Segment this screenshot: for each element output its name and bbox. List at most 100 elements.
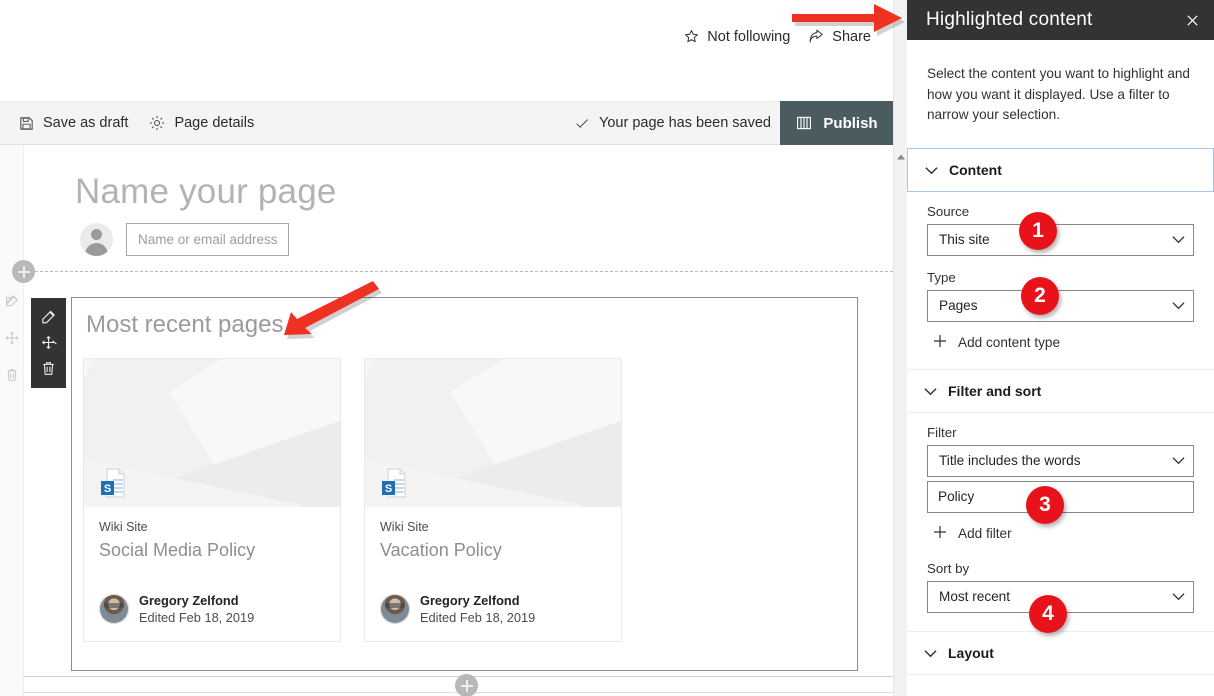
chevron-down-icon xyxy=(925,162,938,178)
add-section-button-bottom[interactable] xyxy=(455,674,478,696)
save-floppy-icon xyxy=(18,115,35,132)
card-list: S Wiki Site Social Media Policy Gregory … xyxy=(83,358,622,642)
scroll-up-arrow-icon[interactable] xyxy=(896,148,906,166)
avatar xyxy=(380,594,410,625)
card-author-name: Gregory Zelfond xyxy=(420,593,520,608)
card-thumbnail: S xyxy=(365,359,621,507)
step-badge-3: 3 xyxy=(1026,486,1064,524)
save-as-draft-button[interactable]: Save as draft xyxy=(18,101,128,145)
add-content-type-label: Add content type xyxy=(958,334,1061,350)
step-badge-1: 1 xyxy=(1019,212,1057,250)
top-command-bar: Not following Share xyxy=(683,28,871,45)
section-divider-dashed xyxy=(30,271,893,272)
trash-icon[interactable] xyxy=(40,360,57,377)
share-icon xyxy=(808,28,825,45)
type-label: Type xyxy=(927,269,956,285)
card-meta: Wiki Site Vacation Policy Gregory Zelfon… xyxy=(365,507,621,641)
section-header-layout-label: Layout xyxy=(948,644,994,661)
publish-label: Publish xyxy=(823,114,878,132)
type-dropdown[interactable]: Pages xyxy=(927,289,1194,322)
sharepoint-page-icon: S xyxy=(100,467,130,499)
page-canvas: Not following Share Save as draft Page d… xyxy=(0,0,893,696)
card-site-label: Wiki Site xyxy=(380,520,429,534)
filter-dropdown[interactable]: Title includes the words xyxy=(927,444,1194,477)
sort-by-label: Sort by xyxy=(927,560,970,576)
editing-command-bar: Save as draft Page details Your page has… xyxy=(0,101,893,145)
list-item[interactable]: S Wiki Site Vacation Policy Gregory Zelf… xyxy=(364,358,622,642)
not-following-label: Not following xyxy=(707,28,791,45)
author-row: Name or email address xyxy=(80,223,289,256)
card-title: Social Media Policy xyxy=(99,540,256,560)
chevron-down-icon xyxy=(924,645,937,661)
card-author-block: Gregory Zelfond Edited Feb 18, 2019 xyxy=(99,592,325,627)
step-badge-4: 4 xyxy=(1029,595,1067,633)
svg-text:S: S xyxy=(104,483,111,495)
share-label: Share xyxy=(832,28,871,45)
save-status-label: Your page has been saved xyxy=(599,115,771,131)
add-filter-label: Add filter xyxy=(958,525,1012,541)
page-details-label: Page details xyxy=(174,115,255,131)
section-header-content-label: Content xyxy=(949,161,1002,178)
chevron-down-icon xyxy=(1172,235,1185,244)
author-avatar-placeholder xyxy=(80,223,113,256)
command-bar-left-group: Save as draft Page details xyxy=(0,101,254,145)
web-part-toolbar xyxy=(31,298,66,388)
star-outline-icon xyxy=(683,28,700,45)
left-rail-background xyxy=(0,145,23,696)
chevron-down-icon xyxy=(924,383,937,399)
source-dropdown[interactable]: This site xyxy=(927,223,1194,256)
move-arrows-icon-ghost xyxy=(4,330,20,351)
page-details-button[interactable]: Page details xyxy=(148,101,254,145)
chevron-down-icon xyxy=(1172,592,1185,601)
avatar xyxy=(99,594,129,625)
save-status: Your page has been saved xyxy=(574,115,780,131)
section-body-filter-and-sort: Filter Title includes the words Policy A… xyxy=(907,413,1214,631)
gear-icon xyxy=(148,114,166,132)
svg-text:S: S xyxy=(385,483,392,495)
step-badge-2: 2 xyxy=(1021,277,1059,315)
source-label: Source xyxy=(927,203,970,219)
save-as-draft-label: Save as draft xyxy=(43,115,129,131)
card-meta: Wiki Site Social Media Policy Gregory Ze… xyxy=(84,507,340,641)
filter-label: Filter xyxy=(927,424,957,440)
section-header-filter-and-sort[interactable]: Filter and sort xyxy=(907,368,1214,413)
section-header-content[interactable]: Content xyxy=(907,147,1214,192)
section-header-layout[interactable]: Layout xyxy=(907,630,1214,675)
share-button[interactable]: Share xyxy=(808,28,871,45)
highlighted-content-property-panel: Highlighted content Select the content y… xyxy=(907,0,1214,696)
list-item[interactable]: S Wiki Site Social Media Policy Gregory … xyxy=(83,358,341,642)
panel-header: Highlighted content xyxy=(907,0,1214,40)
highlighted-content-web-part[interactable]: Most recent pages S Wiki Site Social Med… xyxy=(71,297,858,671)
panel-description: Select the content you want to highlight… xyxy=(927,66,1190,123)
close-x-icon[interactable] xyxy=(1185,13,1202,28)
command-bar-right-group: Your page has been saved Publish xyxy=(574,101,893,145)
edit-pencil-icon[interactable] xyxy=(40,309,57,326)
card-author-block: Gregory Zelfond Edited Feb 18, 2019 xyxy=(380,592,606,627)
plus-icon xyxy=(933,334,947,351)
section-header-filter-and-sort-label: Filter and sort xyxy=(948,382,1042,399)
move-arrows-icon[interactable] xyxy=(40,334,57,351)
panel-scrollbar[interactable] xyxy=(893,0,907,696)
add-section-button-top[interactable] xyxy=(12,260,35,283)
author-input[interactable]: Name or email address xyxy=(126,223,289,256)
source-dropdown-value: This site xyxy=(939,232,990,248)
card-site-label: Wiki Site xyxy=(99,520,148,534)
add-content-type-button[interactable]: Add content type xyxy=(927,334,1194,351)
card-title: Vacation Policy xyxy=(380,540,502,560)
chevron-down-icon xyxy=(1172,301,1185,310)
card-thumbnail: S xyxy=(84,359,340,507)
page-title-placeholder[interactable]: Name your page xyxy=(75,172,337,212)
section-body-content: Source This site Type Pages Add content … xyxy=(907,192,1214,369)
add-filter-button[interactable]: Add filter xyxy=(927,525,1194,542)
web-part-title: Most recent pages xyxy=(86,311,284,338)
not-following-button[interactable]: Not following xyxy=(683,28,790,45)
chevron-down-icon xyxy=(1172,456,1185,465)
sharepoint-page-icon: S xyxy=(381,467,411,499)
filter-dropdown-value: Title includes the words xyxy=(939,453,1081,469)
trash-icon-ghost xyxy=(4,367,20,388)
card-edited-date: Edited Feb 18, 2019 xyxy=(139,610,255,626)
web-part-ghost-toolbar xyxy=(1,293,23,388)
publish-button[interactable]: Publish xyxy=(780,101,893,145)
sort-by-dropdown-value: Most recent xyxy=(939,589,1011,605)
book-icon xyxy=(795,114,813,132)
